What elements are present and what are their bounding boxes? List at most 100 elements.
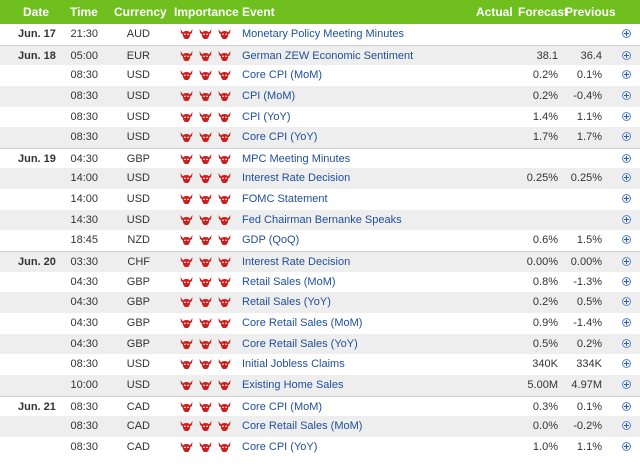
event-link[interactable]: Core CPI (YoY) [242,437,317,458]
importance-rating [180,338,240,351]
bull-icon [218,379,231,392]
event-link[interactable]: Retail Sales (MoM) [242,272,336,293]
row-previous: 1.7% [576,131,602,144]
event-link[interactable]: Core CPI (MoM) [242,65,322,86]
bull-icon [199,338,212,351]
expand-plus-icon[interactable] [622,173,631,183]
bull-icon [199,153,212,166]
row-previous: 4.97M [571,378,602,391]
expand-plus-icon[interactable] [622,70,631,80]
bull-icon [180,379,193,392]
event-row: 04:30 GBP Core Retail Sales (YoY) 0.5% 0.2% [0,333,640,355]
event-link[interactable]: MPC Meeting Minutes [242,149,350,170]
importance-rating [180,28,240,41]
bull-icon [199,111,212,124]
row-time: 08:30 [70,400,98,413]
event-link[interactable]: CPI (YoY) [242,107,291,128]
event-link[interactable]: German ZEW Economic Sentiment [242,46,413,67]
row-time: 18:45 [70,234,98,247]
row-currency: CAD [126,420,150,433]
expand-plus-icon[interactable] [622,214,631,224]
bull-icon [180,338,193,351]
expand-plus-icon[interactable] [622,441,631,451]
event-link[interactable]: CPI (MoM) [242,86,295,107]
importance-rating [180,401,240,414]
importance-rating [180,379,240,392]
row-forecast: 0.25% [526,172,558,185]
event-link[interactable]: Core Retail Sales (MoM) [242,313,362,334]
row-currency: GBP [126,152,150,165]
bull-icon [218,401,231,414]
row-currency: CAD [126,440,150,453]
row-previous: 36.4 [580,49,602,62]
bull-icon [180,90,193,103]
event-link[interactable]: Interest Rate Decision [242,168,350,189]
event-row: 14:00 USD Interest Rate Decision 0.25% 0.25% [0,168,640,190]
expand-plus-icon[interactable] [622,235,631,245]
expand-plus-icon[interactable] [622,29,631,38]
event-rows: Jun. 17 21:30 AUD Monetary Policy Meeting M… [0,24,640,457]
bull-icon [199,193,212,206]
expand-plus-icon[interactable] [622,153,631,163]
event-link[interactable]: FOMC Statement [242,189,328,210]
row-time: 14:30 [70,213,98,226]
bull-icon [218,28,231,41]
event-link[interactable]: Initial Jobless Claims [242,354,345,375]
event-link[interactable]: Monetary Policy Meeting Minutes [242,24,404,45]
event-row: 04:30 GBP Retail Sales (MoM) 0.8% -1.3% [0,272,640,293]
event-link[interactable]: Core CPI (MoM) [242,397,322,418]
event-link[interactable]: Core Retail Sales (MoM) [242,416,362,437]
bull-icon [199,256,212,269]
row-previous: -0.4% [573,89,602,102]
expand-plus-icon[interactable] [622,379,631,389]
row-time: 05:00 [70,49,98,62]
row-currency: USD [126,69,150,82]
expand-plus-icon[interactable] [622,50,631,60]
bull-icon [180,234,193,247]
event-link[interactable]: Retail Sales (YoY) [242,292,331,313]
expand-plus-icon[interactable] [622,421,631,431]
row-currency: AUD [126,28,150,40]
expand-plus-icon[interactable] [622,257,631,267]
event-link[interactable]: Interest Rate Decision [242,252,350,273]
event-link[interactable]: Existing Home Sales [242,375,344,396]
expand-plus-icon[interactable] [622,194,631,204]
row-currency: USD [126,110,150,123]
expand-plus-icon[interactable] [622,276,631,286]
bull-icon [218,441,231,454]
event-link[interactable]: Core CPI (YoY) [242,127,317,148]
row-forecast: 0.9% [532,316,558,329]
expand-plus-icon[interactable] [622,90,631,100]
event-link[interactable]: Fed Chairman Bernanke Speaks [242,210,402,231]
row-currency: EUR [126,49,150,62]
bull-icon [218,193,231,206]
event-link[interactable]: Core Retail Sales (YoY) [242,334,358,355]
expand-plus-icon[interactable] [622,317,631,327]
row-previous: 0.1% [576,69,602,82]
expand-plus-icon[interactable] [622,297,631,307]
bull-icon [199,69,212,82]
expand-plus-icon[interactable] [622,401,631,411]
event-row: 08:30 USD Core CPI (MoM) 0.2% 0.1% [0,65,640,86]
event-row: 18:45 NZD GDP (QoQ) 0.6% 1.5% [0,230,640,251]
importance-rating [180,358,240,371]
bull-icon [180,401,193,414]
event-row: Jun. 17 21:30 AUD Monetary Policy Meeting M… [0,24,640,45]
event-row: Jun. 21 08:30 CAD Core CPI (MoM) 0.3% 0.1% [0,395,640,418]
row-time: 08:30 [70,110,98,123]
row-forecast: 1.0% [532,440,558,453]
bull-icon [218,358,231,371]
expand-plus-icon[interactable] [622,359,631,369]
bull-icon [199,50,212,63]
header-previous: Previous [565,5,616,19]
row-previous: 0.2% [576,337,602,350]
bull-icon [199,214,212,227]
bull-icon [218,90,231,103]
expand-plus-icon[interactable] [622,338,631,348]
event-link[interactable]: GDP (QoQ) [242,230,299,251]
expand-plus-icon[interactable] [622,132,631,142]
row-time: 04:30 [70,152,98,165]
row-forecast: 0.00% [526,256,558,269]
expand-plus-icon[interactable] [622,111,631,121]
row-currency: NZD [127,234,150,247]
